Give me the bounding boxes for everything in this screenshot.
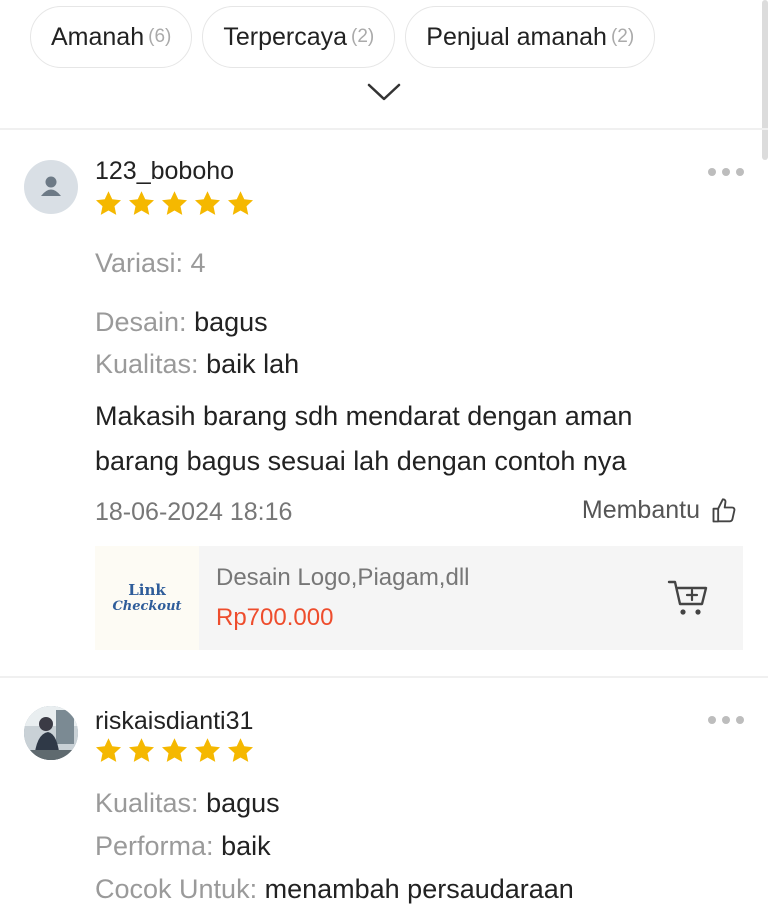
- star-icon: [228, 191, 253, 215]
- attribute-label: Performa:: [95, 831, 214, 861]
- review-card: riskaisdianti31 Kualitas: bagus Performa…: [0, 678, 768, 922]
- review-comment: Makasih barang sdh mendarat dengan aman …: [95, 394, 735, 484]
- review-attribute: Performa: baik: [95, 828, 271, 864]
- review-username[interactable]: riskaisdianti31: [95, 707, 253, 736]
- star-icon: [228, 738, 253, 762]
- star-icon: [129, 738, 154, 762]
- review-attribute: Desain: bagus: [95, 304, 268, 340]
- review-username[interactable]: 123_boboho: [95, 157, 234, 186]
- star-rating: [93, 736, 256, 766]
- add-to-cart-icon[interactable]: [667, 578, 711, 618]
- more-icon[interactable]: [708, 167, 744, 177]
- attribute-label: Kualitas:: [95, 788, 199, 818]
- product-price: Rp700.000: [216, 604, 334, 631]
- review-comment-line: barang bagus sesuai lah dengan contoh ny…: [95, 446, 627, 476]
- thumbs-up-icon: [712, 497, 736, 522]
- review-comment-line: Makasih barang sdh mendarat dengan aman: [95, 401, 633, 431]
- attribute-label: Desain:: [95, 307, 187, 337]
- filter-chips: Amanah (6) Terpercaya (2) Penjual amanah…: [30, 6, 656, 68]
- product-thumbnail: Link Checkout: [95, 546, 199, 650]
- filter-chip-terpercaya[interactable]: Terpercaya (2): [202, 6, 396, 68]
- review-attribute: Kualitas: baik lah: [95, 346, 299, 382]
- user-icon: [41, 176, 61, 196]
- review-attribute: Kualitas: bagus: [95, 785, 280, 821]
- filter-chip-label: Terpercaya: [223, 22, 348, 51]
- star-icon: [195, 191, 220, 215]
- attribute-value: baik lah: [206, 349, 300, 379]
- attribute-value: menambah persaudaraan: [264, 874, 574, 904]
- filter-chip-count: (2): [610, 26, 635, 47]
- product-name: Desain Logo,Piagam,dll: [216, 564, 470, 591]
- attribute-value: bagus: [206, 788, 280, 818]
- helpful-label: Membantu: [581, 496, 700, 524]
- more-icon[interactable]: [708, 715, 744, 725]
- filter-chip-count: (6): [148, 26, 172, 47]
- user-photo-icon: [24, 706, 78, 760]
- filter-chip-label: Amanah: [51, 22, 145, 51]
- filter-chip-count: (2): [351, 26, 375, 47]
- star-icon: [96, 191, 121, 215]
- star-icon: [195, 738, 220, 762]
- filter-chip-label: Penjual amanah: [426, 22, 607, 51]
- avatar[interactable]: [24, 160, 78, 214]
- avatar[interactable]: [24, 706, 78, 760]
- review-attribute: Cocok Untuk: menambah persaudaraan: [95, 871, 574, 907]
- attribute-label: Cocok Untuk:: [95, 874, 258, 904]
- review-card: 123_boboho Variasi: 4 Desain: bagus Kual…: [0, 130, 768, 676]
- review-date: 18-06-2024 18:16: [95, 498, 293, 526]
- variation-label: Variasi: 4: [95, 248, 206, 278]
- star-icon: [96, 738, 121, 762]
- helpful-button[interactable]: Membantu: [582, 496, 738, 525]
- chevron-down-icon[interactable]: [366, 80, 402, 104]
- product-card[interactable]: Link Checkout Desain Logo,Piagam,dll Rp7…: [95, 546, 743, 650]
- star-icon: [162, 738, 187, 762]
- star-icon: [129, 191, 154, 215]
- filter-chip-amanah[interactable]: Amanah (6): [30, 6, 193, 68]
- thumbnail-text: Checkout: [112, 598, 182, 614]
- star-icon: [162, 191, 187, 215]
- attribute-value: baik: [221, 831, 271, 861]
- attribute-value: bagus: [194, 307, 268, 337]
- star-rating: [93, 189, 256, 219]
- attribute-label: Kualitas:: [95, 349, 199, 379]
- thumbnail-text: Link: [128, 580, 166, 599]
- filter-chip-penjual-amanah[interactable]: Penjual amanah (2): [405, 6, 656, 68]
